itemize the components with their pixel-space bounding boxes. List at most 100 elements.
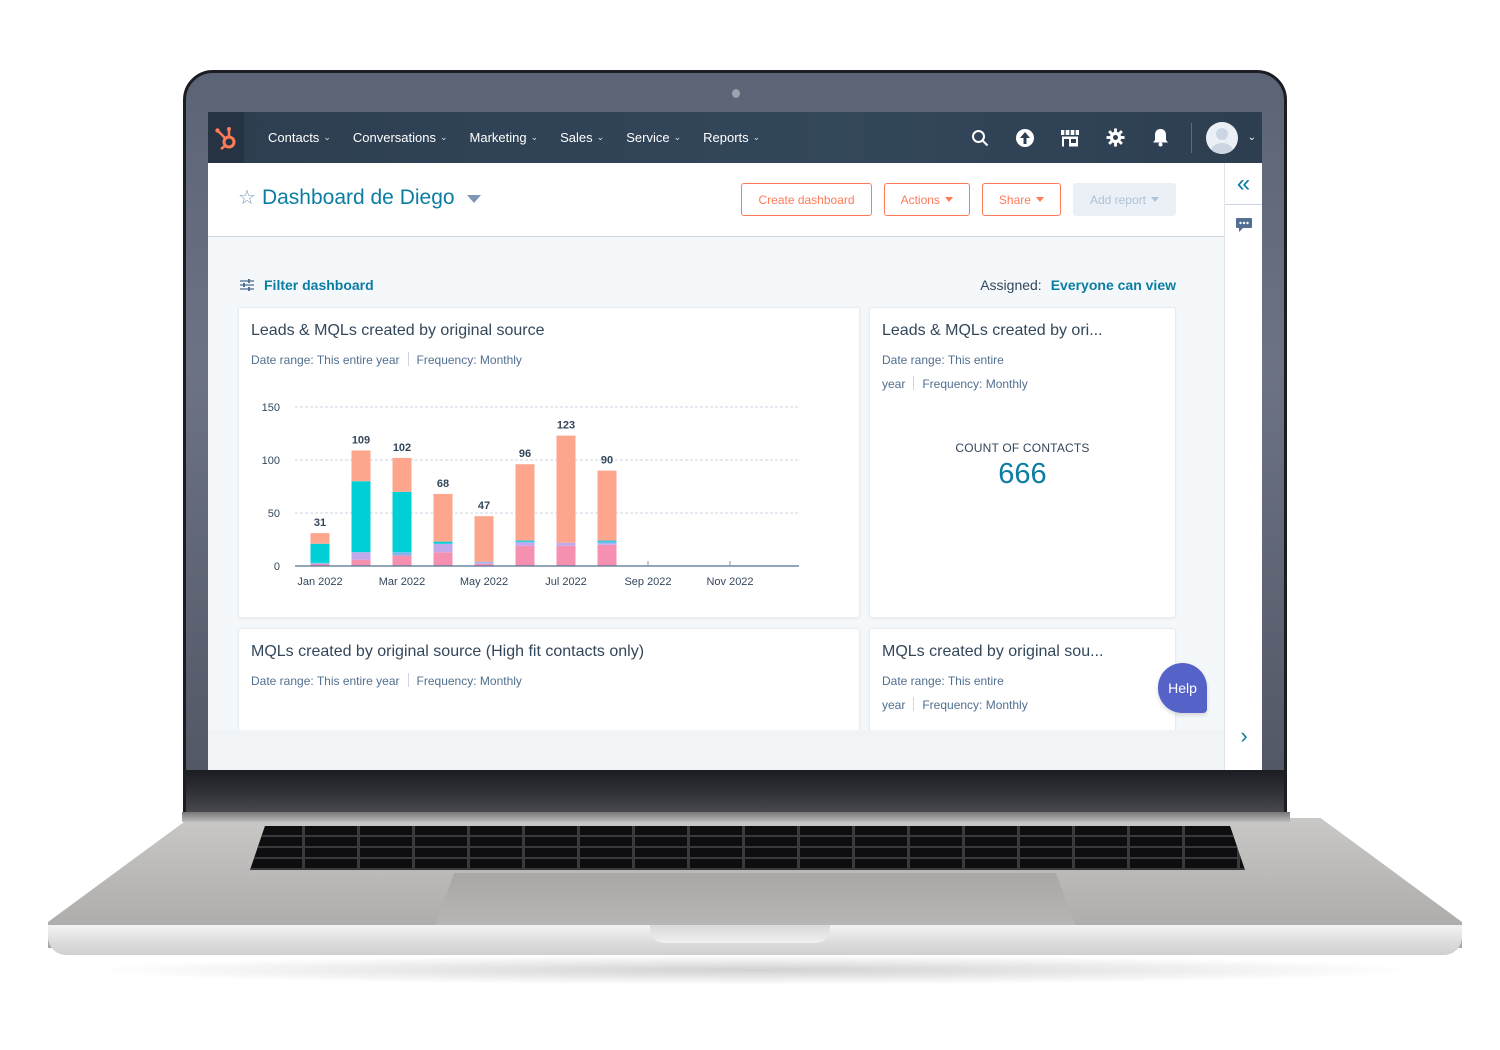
bar-segment xyxy=(515,545,535,566)
laptop-keyboard xyxy=(250,826,1245,870)
bar-segment xyxy=(515,464,535,541)
x-tick-label: Jul 2022 xyxy=(545,576,587,588)
bar-segment xyxy=(597,543,617,545)
y-tick-label: 100 xyxy=(262,455,280,467)
stacked-bar-chart: 0 50 100 150 31 109 102 68 47 96 123 90 Jan 2022 Mar … xyxy=(262,402,799,588)
meta-divider xyxy=(407,352,409,366)
bar-segment xyxy=(433,541,453,544)
nav-label: Contacts xyxy=(268,130,320,145)
filter-dashboard-button[interactable]: Filter dashboard xyxy=(240,277,374,293)
hubspot-logo[interactable] xyxy=(208,112,244,163)
page-title[interactable]: Dashboard de Diego xyxy=(262,186,455,210)
bar-segment xyxy=(597,544,617,566)
filter-sliders-icon xyxy=(240,279,254,291)
settings-button[interactable] xyxy=(1093,112,1138,163)
button-label: Create dashboard xyxy=(758,192,855,207)
nav-item-conversations[interactable]: Conversations ⌄ xyxy=(353,130,448,145)
filter-label: Filter dashboard xyxy=(264,277,374,293)
bar-segment xyxy=(310,543,330,563)
frequency: Frequency: Monthly xyxy=(922,698,1028,712)
bar-total-label: 68 xyxy=(437,478,449,490)
meta-divider xyxy=(913,697,915,711)
chevron-down-icon: ⌄ xyxy=(323,132,331,142)
report-card-count-of-contacts: Leads & MQLs created by ori... Date rang… xyxy=(869,307,1176,618)
actions-button[interactable]: Actions xyxy=(883,183,970,216)
frequency: Frequency: Monthly xyxy=(416,674,522,688)
search-icon xyxy=(972,129,989,146)
collapse-sidebar-button[interactable]: « xyxy=(1225,163,1262,205)
bar-segment xyxy=(392,552,412,556)
nav-label: Sales xyxy=(560,130,593,145)
bar-segment xyxy=(474,516,494,562)
assigned-value-link[interactable]: Everyone can view xyxy=(1051,277,1176,293)
nav-menu: Contacts ⌄ Conversations ⌄ Marketing ⌄ Sale… xyxy=(268,130,782,145)
avatar[interactable] xyxy=(1205,121,1238,154)
date-range: Date range: This entire xyxy=(882,674,1004,688)
chevron-right-icon[interactable]: › xyxy=(1225,723,1262,749)
bell-icon xyxy=(1152,129,1168,147)
dashboard-title-group: ☆ Dashboard de Diego xyxy=(238,185,481,210)
nav-divider xyxy=(1190,122,1192,153)
card-title[interactable]: Leads & MQLs created by original source xyxy=(251,322,544,340)
nav-item-marketing[interactable]: Marketing ⌄ xyxy=(470,130,539,145)
card-meta: Date range: This entire year Frequency: M… xyxy=(882,669,1028,717)
create-dashboard-button[interactable]: Create dashboard xyxy=(741,183,872,216)
bar-total-label: 102 xyxy=(393,442,411,454)
bar-total-label: 109 xyxy=(352,434,370,446)
chevron-down-icon: ⌄ xyxy=(752,132,761,142)
bar-segment xyxy=(556,542,576,546)
caret-down-icon xyxy=(1151,197,1159,202)
share-button[interactable]: Share xyxy=(981,183,1061,216)
y-tick-label: 50 xyxy=(268,508,280,520)
nav-item-contacts[interactable]: Contacts ⌄ xyxy=(268,130,331,145)
laptop-notch xyxy=(650,925,830,943)
frequency: Frequency: Monthly xyxy=(922,377,1028,391)
search-button[interactable] xyxy=(958,112,1003,163)
dashboard-switcher-caret-icon[interactable] xyxy=(466,195,481,203)
x-tick-label: Sep 2022 xyxy=(624,576,671,588)
button-label: Actions xyxy=(900,192,940,207)
chat-button[interactable] xyxy=(1225,205,1262,245)
bar-segment xyxy=(433,552,453,566)
card-title[interactable]: Leads & MQLs created by ori... xyxy=(882,322,1103,340)
settings-icon xyxy=(1106,128,1125,147)
laptop-trackpad xyxy=(435,873,1075,925)
nav-label: Reports xyxy=(703,130,749,145)
card-meta: Date range: This entire year Frequency: M… xyxy=(882,348,1028,396)
bar-segment xyxy=(310,533,330,544)
add-report-button[interactable]: Add report xyxy=(1072,183,1176,216)
help-button[interactable]: Help xyxy=(1158,663,1207,713)
frequency: Frequency: Monthly xyxy=(416,353,522,367)
dashboard-header: ☆ Dashboard de Diego Create dashboard Ac… xyxy=(208,163,1224,237)
top-navigation: Contacts ⌄ Conversations ⌄ Marketing ⌄ Sale… xyxy=(208,112,1262,163)
bar-segment xyxy=(474,562,494,564)
chevron-down-icon: ⌄ xyxy=(439,132,448,142)
chevron-down-icon: ⌄ xyxy=(596,132,605,142)
user-avatar-icon xyxy=(1210,127,1233,154)
bar-total-label: 123 xyxy=(557,420,575,432)
bar-segment xyxy=(515,541,535,543)
caret-down-icon xyxy=(1035,197,1044,202)
card-title[interactable]: MQLs created by original source (High fi… xyxy=(251,643,644,661)
bar-segment xyxy=(351,559,371,566)
laptop-shadow xyxy=(80,955,1430,985)
chevron-down-icon: ⌄ xyxy=(673,132,682,142)
bar-segment xyxy=(351,481,371,553)
meta-divider xyxy=(913,376,915,390)
date-range-continued: year xyxy=(882,698,906,712)
nav-item-sales[interactable]: Sales ⌄ xyxy=(560,130,604,145)
nav-item-service[interactable]: Service ⌄ xyxy=(626,130,681,145)
upgrade-button[interactable] xyxy=(1003,112,1048,163)
nav-item-reports[interactable]: Reports ⌄ xyxy=(703,130,760,145)
favorite-star-icon[interactable]: ☆ xyxy=(238,185,256,210)
notifications-button[interactable] xyxy=(1138,112,1183,163)
nav-label: Service xyxy=(626,130,670,145)
card-meta: Date range: This entire year Frequency: M… xyxy=(251,669,522,693)
card-title[interactable]: MQLs created by original sou... xyxy=(882,643,1103,661)
x-tick-label: May 2022 xyxy=(460,576,508,588)
marketplace-button[interactable] xyxy=(1048,112,1093,163)
date-range: Date range: This entire year xyxy=(251,674,400,688)
hubspot-sprocket-icon xyxy=(215,126,236,150)
account-menu-chevron-icon[interactable]: ⌄ xyxy=(1248,132,1256,143)
bar-total-label: 90 xyxy=(601,455,613,467)
